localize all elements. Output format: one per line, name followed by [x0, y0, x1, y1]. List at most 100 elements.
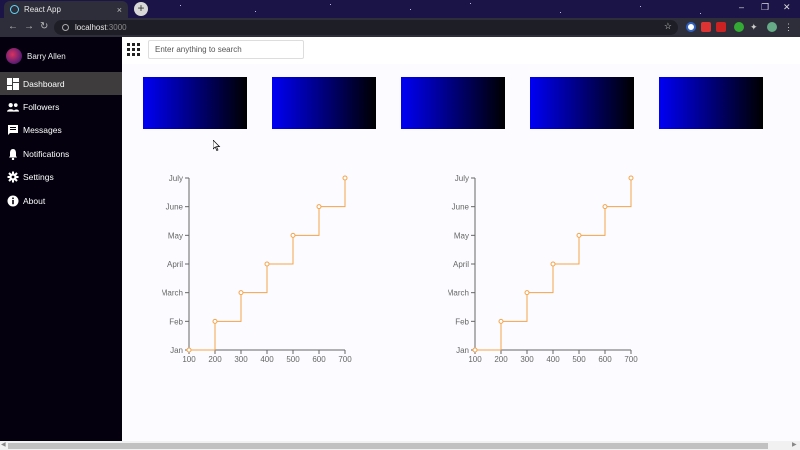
data-point — [264, 261, 270, 267]
x-tick-label: 600 — [598, 355, 612, 364]
y-tick-label: June — [166, 203, 184, 212]
sidebar-item-dashboard[interactable]: Dashboard — [0, 72, 122, 96]
sidebar-item-label: About — [23, 195, 46, 206]
sidebar-item-label: Notifications — [23, 148, 70, 159]
x-tick-label: 700 — [338, 355, 352, 364]
new-tab-button[interactable]: + — [134, 2, 148, 16]
data-point — [550, 261, 556, 267]
x-tick-label: 600 — [312, 355, 326, 364]
close-window-button[interactable]: ✕ — [783, 2, 791, 13]
data-point — [290, 232, 296, 238]
react-favicon-icon — [10, 5, 19, 14]
y-tick-label: Feb — [169, 317, 183, 326]
data-point — [316, 204, 322, 210]
y-tick-label: May — [454, 231, 469, 240]
gradient-card[interactable] — [530, 77, 634, 129]
forward-button[interactable]: → — [24, 21, 34, 32]
browser-titlebar: React App × + – ❐ ✕ — [0, 0, 800, 18]
sidebar: Barry Allen Dashboard Followers Messages… — [0, 37, 122, 450]
y-tick-label: Feb — [455, 317, 469, 326]
bookmark-star-icon[interactable]: ☆ — [664, 21, 672, 32]
messages-icon — [7, 124, 19, 136]
apps-grid-icon[interactable] — [127, 43, 140, 56]
scroll-left-icon[interactable]: ◀ — [1, 441, 6, 448]
data-point — [342, 175, 348, 181]
gradient-card[interactable] — [143, 77, 247, 129]
y-tick-label: March — [162, 289, 183, 298]
sidebar-item-settings[interactable]: Settings — [0, 166, 122, 189]
data-point — [186, 347, 192, 353]
y-tick-label: March — [448, 289, 469, 298]
step-line-chart: Jan Feb March April May June July 100 200 300 400 5… — [448, 174, 638, 364]
y-tick-label: Jan — [456, 346, 469, 355]
gradient-card[interactable] — [659, 77, 763, 129]
extension-icon[interactable] — [734, 22, 744, 32]
extensions-puzzle-icon[interactable]: ✦ — [750, 22, 760, 32]
gradient-card[interactable] — [272, 77, 376, 129]
y-tick-label: Jan — [170, 346, 183, 355]
x-tick-label: 200 — [494, 355, 508, 364]
url-bar[interactable]: localhost :3000 ☆ — [54, 20, 678, 35]
info-icon — [7, 195, 19, 207]
gradient-card[interactable] — [401, 77, 505, 129]
maximize-button[interactable]: ❐ — [761, 2, 769, 13]
y-tick-label: July — [455, 174, 469, 183]
y-tick-label: May — [168, 231, 183, 240]
scrollbar-thumb[interactable] — [8, 443, 768, 449]
extension-icon[interactable] — [701, 22, 711, 32]
extension-icon[interactable] — [686, 22, 696, 32]
step-line-chart: Jan Feb March April May June July 100 200 300 400 5… — [162, 174, 352, 364]
data-point — [212, 318, 218, 324]
x-tick-label: 500 — [572, 355, 586, 364]
sidebar-item-notifications[interactable]: Notifications — [0, 142, 122, 165]
back-button[interactable]: ← — [8, 21, 18, 32]
profile-avatar-icon[interactable] — [767, 22, 777, 32]
browser-tab[interactable]: React App × — [4, 1, 128, 18]
data-point — [576, 232, 582, 238]
tab-close-icon[interactable]: × — [117, 5, 122, 15]
x-tick-label: 500 — [286, 355, 300, 364]
x-tick-label: 300 — [520, 355, 534, 364]
x-tick-label: 700 — [624, 355, 638, 364]
user-name: Barry Allen — [27, 51, 66, 61]
tab-title: React App — [24, 5, 61, 14]
mouse-cursor-icon — [213, 140, 221, 151]
y-tick-label: April — [167, 260, 183, 269]
browser-menu-icon[interactable]: ⋮ — [784, 22, 794, 32]
url-port: :3000 — [106, 23, 127, 32]
url-host: localhost — [75, 23, 107, 32]
data-point — [628, 175, 634, 181]
y-tick-label: July — [169, 174, 183, 183]
y-tick-label: April — [453, 260, 469, 269]
bell-icon — [7, 148, 19, 160]
sidebar-item-label: Followers — [23, 102, 60, 113]
scroll-right-icon[interactable]: ▶ — [792, 441, 797, 448]
data-point — [238, 290, 244, 296]
data-point — [498, 318, 504, 324]
sidebar-item-followers[interactable]: Followers — [0, 95, 122, 118]
x-tick-label: 400 — [546, 355, 560, 364]
extension-icon[interactable] — [716, 22, 726, 32]
horizontal-scrollbar[interactable]: ◀ ▶ — [0, 441, 800, 450]
avatar — [6, 48, 22, 64]
x-tick-label: 200 — [208, 355, 222, 364]
x-tick-label: 300 — [234, 355, 248, 364]
sidebar-item-messages[interactable]: Messages — [0, 119, 122, 142]
data-point — [524, 290, 530, 296]
user-profile[interactable]: Barry Allen — [6, 48, 66, 64]
sidebar-menu: Dashboard Followers Messages Notificatio… — [0, 72, 122, 212]
data-point — [472, 347, 478, 353]
browser-toolbar: ← → ↻ localhost :3000 ☆ ✦ ⋮ — [0, 18, 800, 37]
reload-button[interactable]: ↻ — [40, 21, 48, 32]
y-tick-label: June — [452, 203, 470, 212]
sidebar-item-label: Messages — [23, 125, 62, 136]
minimize-button[interactable]: – — [739, 2, 744, 12]
x-tick-label: 100 — [182, 355, 196, 364]
site-info-icon[interactable] — [62, 24, 69, 31]
sidebar-item-about[interactable]: About — [0, 189, 122, 212]
x-tick-label: 400 — [260, 355, 274, 364]
sidebar-item-label: Dashboard — [23, 78, 65, 89]
search-input[interactable] — [148, 40, 304, 59]
x-tick-label: 100 — [468, 355, 482, 364]
gear-icon — [7, 171, 19, 183]
